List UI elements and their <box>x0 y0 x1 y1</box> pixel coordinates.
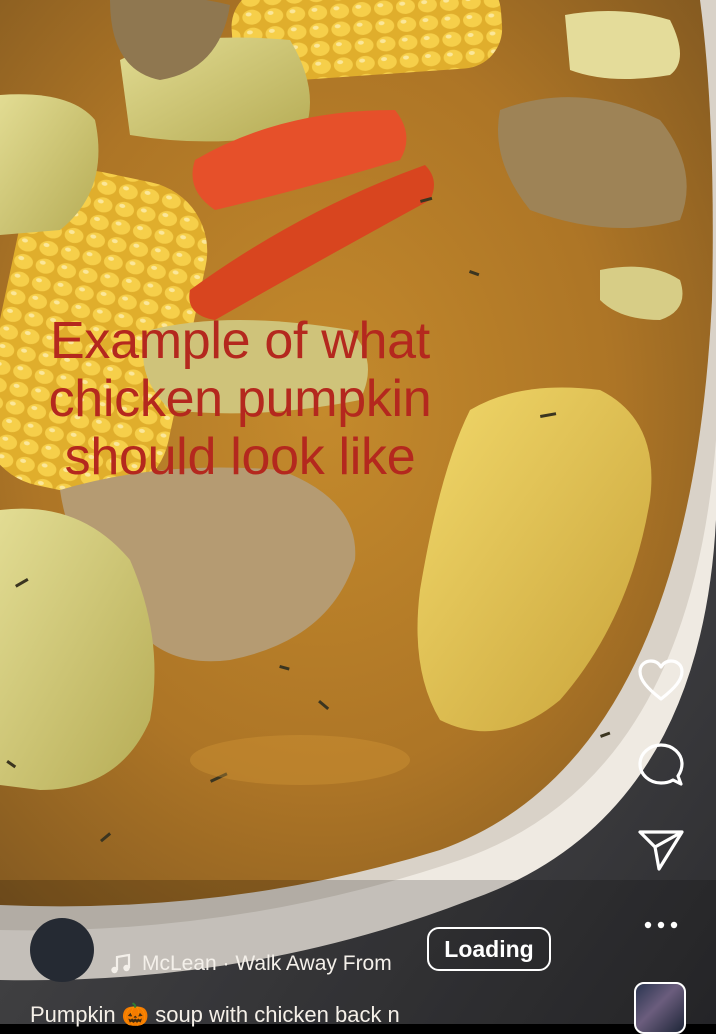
more-button[interactable] <box>636 900 686 950</box>
overlay-caption: Example of what chicken pumpkin should l… <box>0 312 480 486</box>
loading-button[interactable]: Loading <box>427 927 551 971</box>
overlay-line-3: should look like <box>64 428 416 486</box>
post-caption[interactable]: Pumpkin 🎃 soup with chicken back n <box>30 1002 490 1028</box>
audio-track[interactable]: McLean · Walk Away From <box>110 952 410 976</box>
audio-thumbnail[interactable] <box>634 982 686 1034</box>
avatar[interactable] <box>30 918 94 982</box>
like-button[interactable] <box>636 655 686 705</box>
send-icon <box>638 830 684 871</box>
overlay-line-1: Example of what <box>50 312 430 370</box>
comment-button[interactable] <box>636 740 686 790</box>
comment-icon <box>638 743 684 786</box>
overlay-line-2: chicken pumpkin <box>48 370 432 428</box>
heart-icon <box>638 659 684 701</box>
share-button[interactable] <box>636 825 686 875</box>
soup-photo <box>0 0 716 1024</box>
more-icon <box>644 921 678 929</box>
audio-track-label: McLean · Walk Away From <box>142 952 392 975</box>
music-note-icon <box>111 953 131 974</box>
action-rail <box>636 655 686 985</box>
